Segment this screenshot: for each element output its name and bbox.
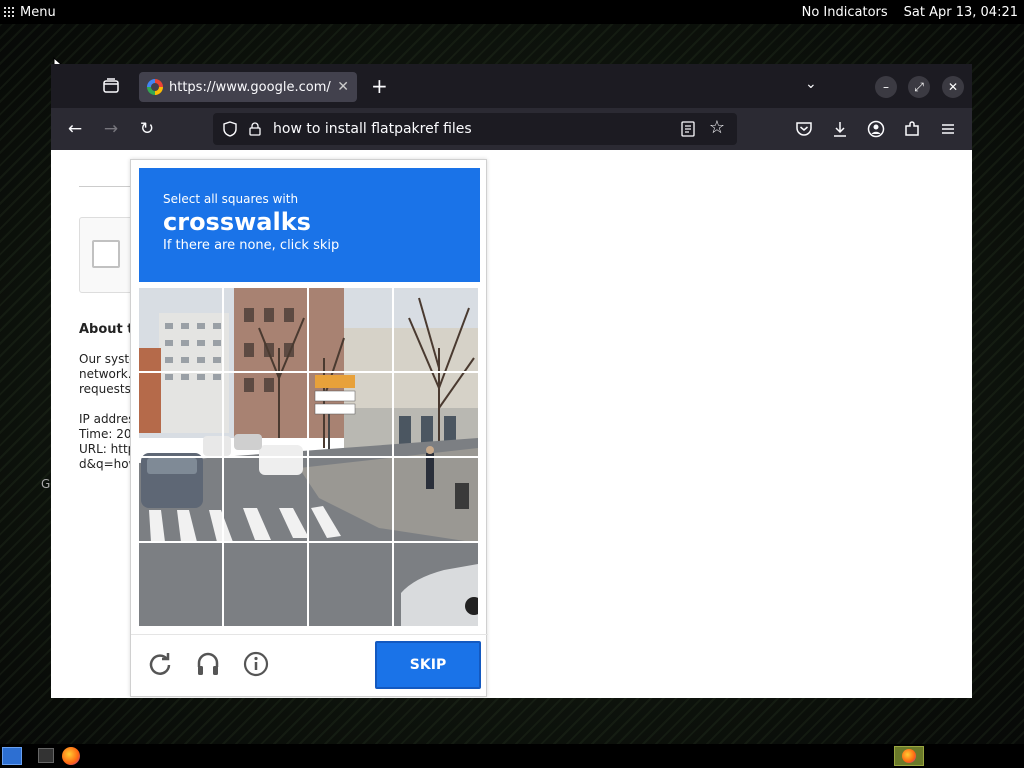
instruction-subtext: If there are none, click skip [163,238,340,253]
captcha-tile-15[interactable] [309,543,392,626]
captcha-tile-2[interactable] [224,288,307,371]
captcha-tile-16[interactable] [394,543,477,626]
firefox-window-button[interactable] [894,746,924,766]
browser-window: https://www.google.com/sorry/index?conti… [51,64,972,698]
google-favicon-icon [147,79,163,95]
downloads-icon[interactable] [831,120,849,138]
taskbar [0,744,1024,768]
info-icon[interactable] [243,651,269,677]
bookmark-star-icon[interactable]: ☆ [709,117,725,138]
paragraph-line: requests [79,382,131,396]
new-tab-button[interactable]: + [371,74,388,98]
paragraph-line: Our syste [79,352,137,366]
terminal-launcher-icon[interactable] [38,748,54,763]
extensions-icon[interactable] [903,120,921,138]
hamburger-menu-icon[interactable] [939,120,957,138]
forward-button[interactable]: → [100,118,122,140]
captcha-tile-9[interactable] [139,458,222,541]
firefox-view-icon[interactable] [101,76,121,96]
captcha-challenge: Select all squares with crosswalks If th… [130,159,488,698]
captcha-tile-13[interactable] [139,543,222,626]
menu-button[interactable]: Menu [0,5,56,20]
skip-button[interactable]: SKIP [375,641,481,689]
instruction-text: Select all squares with [163,192,299,206]
captcha-tile-8[interactable] [394,373,477,456]
reader-view-icon[interactable] [681,121,695,137]
firefox-icon [902,749,916,763]
captcha-tile-1[interactable] [139,288,222,371]
captcha-image-grid [139,288,478,626]
list-all-tabs-button[interactable]: ⌄ [805,76,817,92]
lock-icon[interactable] [249,122,261,136]
show-desktop-button[interactable] [2,747,22,765]
captcha-tile-3[interactable] [309,288,392,371]
reload-challenge-icon[interactable] [147,651,173,677]
captcha-tile-10[interactable] [224,458,307,541]
back-button[interactable]: ← [64,118,86,140]
tracking-shield-icon[interactable] [223,121,237,137]
captcha-tile-5[interactable] [139,373,222,456]
info-line: IP addres [79,412,135,426]
desktop-text-fragment: G [41,477,51,491]
page-content: About th Our syste network. requests IP … [51,150,972,698]
paragraph-line: network. [79,367,132,381]
tab-title: https://www.google.com/sorry/index?conti… [169,79,331,95]
firefox-launcher-icon[interactable] [62,747,80,765]
captcha-tile-7[interactable] [309,373,392,456]
audio-challenge-icon[interactable] [195,651,221,677]
pocket-icon[interactable] [795,121,813,137]
url-text: how to install flatpakref files [273,121,472,137]
tab-bar: https://www.google.com/sorry/index?conti… [51,64,972,108]
captcha-tile-12[interactable] [394,458,477,541]
menu-label: Menu [20,4,56,20]
account-icon[interactable] [867,120,885,138]
recaptcha-checkbox[interactable] [92,240,120,268]
clock[interactable]: Sat Apr 13, 04:21 [904,5,1018,20]
target-object: crosswalks [163,208,311,236]
maximize-button[interactable]: ⤢ [908,76,930,98]
navigation-toolbar: ← → ↻ how to install flatpakref files ☆ [51,108,972,150]
captcha-tile-11[interactable] [309,458,392,541]
captcha-instructions: Select all squares with crosswalks If th… [139,168,480,282]
info-line: Time: 20 [79,427,132,441]
top-panel: Menu No Indicators Sat Apr 13, 04:21 [0,0,1024,24]
captcha-tile-14[interactable] [224,543,307,626]
browser-tab[interactable]: https://www.google.com/sorry/index?conti… [139,72,357,102]
apps-grid-icon [4,7,14,17]
close-window-button[interactable]: ✕ [942,76,964,98]
reload-button[interactable]: ↻ [136,118,158,140]
captcha-tile-4[interactable] [394,288,477,371]
tab-close-icon[interactable]: ✕ [337,79,349,95]
indicators-label[interactable]: No Indicators [802,5,888,20]
info-line: URL: http [79,442,136,456]
captcha-tile-6[interactable] [224,373,307,456]
captcha-footer: SKIP [131,634,488,698]
minimize-button[interactable]: – [875,76,897,98]
address-bar[interactable]: how to install flatpakref files ☆ [213,113,737,145]
